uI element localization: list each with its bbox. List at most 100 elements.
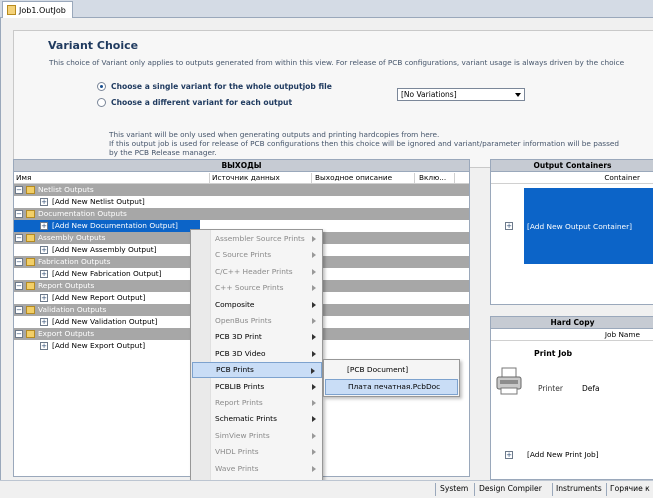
folder-icon [26,210,35,218]
menu-item[interactable]: PCB 3D Print [192,329,322,345]
submenu-arrow-icon [312,432,316,439]
menu-item-label: PCB Prints [216,365,254,375]
printer-value[interactable]: Defa [582,384,600,393]
menu-item[interactable]: C/C++ Header Prints [192,264,322,280]
output-group-row[interactable]: − Documentation Outputs [14,208,469,220]
menu-item[interactable]: OpenBus Prints [192,313,322,329]
add-output-label: [Add New Netlist Output] [52,197,145,206]
menu-item-label: Schematic Prints [215,414,277,424]
collapse-icon[interactable]: − [15,330,23,338]
menu-item[interactable]: Composite [192,297,322,313]
add-print-job[interactable]: [Add New Print Job] [527,450,599,459]
collapse-icon[interactable]: − [15,234,23,242]
outputs-header: ВЫХОДЫ [14,160,469,172]
menu-item-label: PCB 3D Video [215,348,266,358]
menu-item-label: Assembler Source Prints [215,234,305,243]
menu-item[interactable]: VHDL Prints [192,444,322,460]
add-icon: + [40,246,48,254]
menu-item[interactable]: C++ Source Prints [192,280,322,296]
submenu-arrow-icon [312,449,316,456]
add-icon[interactable]: + [505,222,513,230]
menu-item[interactable]: PCBLIB Prints [192,379,322,395]
folder-icon [26,330,35,338]
status-shortcuts[interactable]: Горячие к [610,484,650,493]
menu-item-label: C Source Prints [215,250,272,260]
submenu-arrow-icon [311,368,315,375]
document-tab-strip: Job1.OutJob [0,0,653,18]
menu-item[interactable]: Schematic Prints [192,411,322,427]
menu-item-label: C/C++ Header Prints [215,266,293,276]
variant-note-line-1: This variant will be only used when gene… [109,130,440,139]
add-output-label: [Add New Documentation Output] [52,221,178,230]
collapse-icon[interactable]: − [15,258,23,266]
menu-item[interactable]: PCB 3D Video [192,346,322,362]
print-job-title[interactable]: Print Job [534,349,572,358]
single-variant-option[interactable]: Choose a single variant for the whole ou… [97,82,332,91]
output-group-label: Validation Outputs [38,305,107,314]
submenu-arrow-icon [312,318,316,324]
outputs-column-headers: Имя Источник данных Выходное описание Вк… [14,172,469,185]
add-icon[interactable]: + [505,451,513,459]
submenu-arrow-icon [312,301,316,308]
outjob-file-icon [7,5,16,15]
collapse-icon[interactable]: − [15,306,23,314]
different-variant-radio[interactable] [97,98,106,107]
output-containers-panel: Output Containers Container + [Add New O… [490,159,653,305]
document-tab-label: Job1.OutJob [19,5,66,15]
submenu-item-pcbdoc-file[interactable]: Плата печатная.PcbDoc [325,379,458,395]
add-output-row[interactable]: + [Add New Netlist Output] [14,196,469,208]
submenu-item-pcb-document[interactable]: [PCB Document] [325,362,458,378]
menu-item-label: Composite [215,299,255,309]
different-variant-option[interactable]: Choose a different variant for each outp… [97,98,292,107]
folder-icon [26,306,35,314]
output-group-label: Documentation Outputs [38,209,127,218]
menu-item[interactable]: Assembler Source Prints [192,231,322,247]
collapse-icon[interactable]: − [15,186,23,194]
submenu-arrow-icon [312,400,316,406]
column-name[interactable]: Имя [16,173,31,182]
output-group-label: Netlist Outputs [38,185,94,194]
single-variant-radio[interactable] [97,82,106,91]
status-system[interactable]: System [440,484,468,493]
variant-note-line-2: If this output job is used for release o… [109,139,620,148]
add-output-container[interactable]: [Add New Output Container] [524,188,653,264]
menu-item[interactable]: PCB Prints [192,362,322,379]
chevron-down-icon [515,93,521,97]
add-output-label: [Add New Fabrication Output] [52,269,162,278]
variant-select[interactable]: [No Variations] [397,88,525,101]
menu-item-label: OpenBus Prints [215,316,272,325]
output-group-row[interactable]: − Netlist Outputs [14,184,469,196]
variant-note-line-3: by the PCB Release manager. [109,148,217,157]
add-icon: + [40,198,48,206]
add-icon: + [40,270,48,278]
hard-copy-header: Hard Copy [491,317,653,329]
column-output-description[interactable]: Выходное описание [315,173,392,182]
add-output-row-selected[interactable]: + [Add New Documentation Output] [14,220,200,232]
menu-item[interactable]: Report Prints [192,395,322,411]
menu-item-label: VHDL Prints [215,447,259,457]
menu-item[interactable]: Wave Prints [192,461,322,477]
submenu-arrow-icon [312,465,316,472]
status-divider [606,483,607,496]
menu-item[interactable]: SimView Prints [192,428,322,444]
status-bar: System Design Compiler Instruments Горяч… [0,480,653,498]
document-tab[interactable]: Job1.OutJob [2,1,73,18]
variant-note: This variant will be only used when gene… [109,130,619,157]
submenu-arrow-icon [312,252,316,259]
menu-item-label: Report Prints [215,398,263,407]
submenu-arrow-icon [312,268,316,275]
status-divider [435,483,436,496]
submenu-arrow-icon [312,383,316,390]
collapse-icon[interactable]: − [15,282,23,290]
status-instruments[interactable]: Instruments [556,484,602,493]
column-enabled[interactable]: Вклю... [419,173,446,182]
outjob-editor: Variant Choice This choice of Variant on… [0,18,653,480]
printer-icon [496,367,522,395]
collapse-icon[interactable]: − [15,210,23,218]
add-output-container-label: [Add New Output Container] [527,221,633,231]
column-data-source[interactable]: Источник данных [212,173,280,182]
menu-item[interactable]: C Source Prints [192,247,322,263]
printer-label: Printer [538,384,563,393]
variant-choice-panel: Variant Choice This choice of Variant on… [13,30,653,168]
status-design-compiler[interactable]: Design Compiler [479,484,542,493]
